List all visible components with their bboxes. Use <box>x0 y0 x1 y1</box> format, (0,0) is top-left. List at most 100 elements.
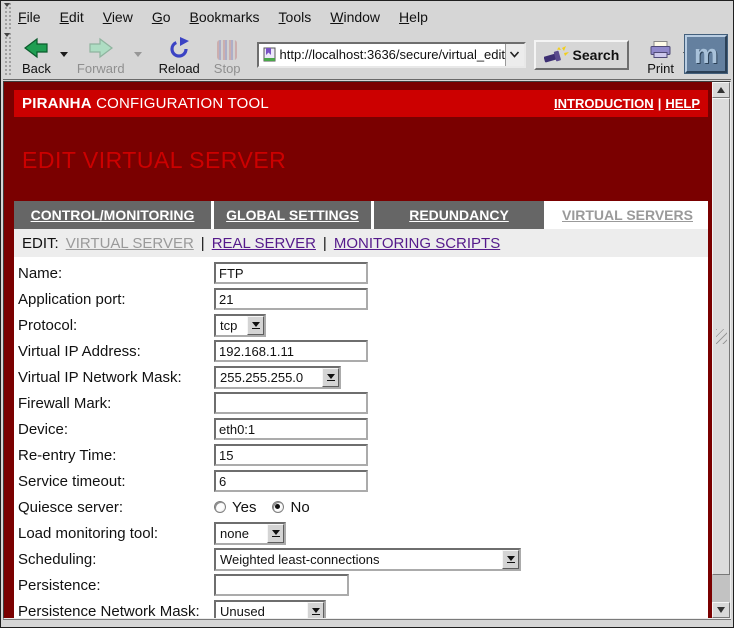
field-label: Persistence Network Mask: <box>18 603 214 620</box>
stop-icon <box>217 40 237 60</box>
url-bar <box>257 42 526 68</box>
quiesce-no-label: No <box>290 499 309 516</box>
field-label: Virtual IP Network Mask: <box>18 369 214 386</box>
reload-button[interactable]: Reload <box>155 33 204 77</box>
stop-button[interactable]: Stop <box>210 33 245 77</box>
title-area: EDIT VIRTUAL SERVER <box>14 117 708 201</box>
scheduling-select[interactable]: Weighted least-connections <box>214 548 521 571</box>
field-label: Virtual IP Address: <box>18 343 214 360</box>
tab-control-monitoring[interactable]: CONTROL/MONITORING <box>14 201 211 229</box>
print-button[interactable]: Print <box>643 33 678 77</box>
arrow-up-icon <box>717 87 725 93</box>
back-icon <box>23 37 49 60</box>
back-dropdown-arrow[interactable] <box>60 52 68 57</box>
virtual-ip-mask-select[interactable]: 255.255.255.0 <box>214 366 341 389</box>
arrow-down-icon <box>717 607 725 613</box>
scrollbar-thumb[interactable] <box>712 98 730 575</box>
form-row-name: Name: <box>18 260 708 286</box>
introduction-link[interactable]: INTRODUCTION <box>554 96 654 111</box>
virtual-ip-field[interactable] <box>214 340 368 362</box>
form-row-firewall-mark: Firewall Mark: <box>18 390 708 416</box>
chevron-down-icon <box>509 51 520 58</box>
persistence-mask-select[interactable]: Unused <box>214 600 326 620</box>
forward-button[interactable]: Forward <box>73 33 129 77</box>
quiesce-radio-group: Yes No <box>214 499 326 516</box>
form-row-virtual-ip: Virtual IP Address: <box>18 338 708 364</box>
device-field[interactable] <box>214 418 368 440</box>
scroll-down-button[interactable] <box>712 602 730 618</box>
nav-toolbar-grippy[interactable] <box>3 33 12 77</box>
menu-bookmarks[interactable]: Bookmarks <box>190 9 260 25</box>
menu-help[interactable]: Help <box>399 9 428 25</box>
field-label: Quiesce server: <box>18 499 214 516</box>
url-input[interactable] <box>280 45 505 65</box>
load-monitoring-select[interactable]: none <box>214 522 286 545</box>
menu-bar: File Edit View Go Bookmarks Tools Window… <box>3 3 731 30</box>
subnav-virtual-server[interactable]: VIRTUAL SERVER <box>66 235 194 252</box>
form-row-protocol: Protocol: tcp <box>18 312 708 338</box>
field-label: Scheduling: <box>18 551 214 568</box>
quiesce-yes-radio[interactable] <box>214 501 226 513</box>
forward-icon <box>88 37 114 60</box>
toolbar-grippy[interactable] <box>3 3 12 30</box>
subnav-monitoring-scripts[interactable]: MONITORING SCRIPTS <box>334 235 500 252</box>
page-content: PIRANHA CONFIGURATION TOOL INTRODUCTION|… <box>14 90 708 618</box>
field-label: Re-entry Time: <box>18 447 214 464</box>
field-label: Application port: <box>18 291 214 308</box>
form-row-quiesce-server: Quiesce server: Yes No <box>18 494 708 520</box>
protocol-select[interactable]: tcp <box>214 314 266 337</box>
menu-file[interactable]: File <box>18 9 41 25</box>
firewall-mark-field[interactable] <box>214 392 368 414</box>
tab-global-settings[interactable]: GLOBAL SETTINGS <box>214 201 371 229</box>
reentry-time-field[interactable] <box>214 444 368 466</box>
select-arrow-icon <box>267 524 284 543</box>
name-field[interactable] <box>214 262 368 284</box>
form-row-load-monitoring: Load monitoring tool: none <box>18 520 708 546</box>
menu-edit[interactable]: Edit <box>60 9 84 25</box>
form-row-virtual-ip-mask: Virtual IP Network Mask: 255.255.255.0 <box>18 364 708 390</box>
field-label: Device: <box>18 421 214 438</box>
forward-dropdown-arrow[interactable] <box>134 52 142 57</box>
tab-bar: CONTROL/MONITORING GLOBAL SETTINGS REDUN… <box>14 201 708 229</box>
back-button[interactable]: Back <box>18 33 55 77</box>
print-icon <box>649 41 672 60</box>
help-link[interactable]: HELP <box>665 96 700 111</box>
form-row-application-port: Application port: <box>18 286 708 312</box>
piranha-banner: PIRANHA CONFIGURATION TOOL INTRODUCTION|… <box>14 90 708 117</box>
thumb-grip-icon <box>716 329 727 344</box>
tab-redundancy[interactable]: REDUNDANCY <box>374 201 544 229</box>
banner-brand: PIRANHA CONFIGURATION TOOL <box>22 95 269 112</box>
service-timeout-field[interactable] <box>214 470 368 492</box>
field-label: Persistence: <box>18 577 214 594</box>
subnav-real-server[interactable]: REAL SERVER <box>212 235 316 252</box>
vertical-scrollbar[interactable] <box>712 82 730 618</box>
menu-view[interactable]: View <box>103 9 133 25</box>
select-arrow-icon <box>247 316 264 335</box>
field-label: Service timeout: <box>18 473 214 490</box>
subnav-prefix: EDIT: <box>22 235 59 252</box>
application-port-field[interactable] <box>214 288 368 310</box>
form-row-persistence: Persistence: <box>18 572 708 598</box>
form-row-scheduling: Scheduling: Weighted least-connections <box>18 546 708 572</box>
scroll-up-button[interactable] <box>712 82 730 98</box>
tab-virtual-servers[interactable]: VIRTUAL SERVERS <box>547 201 708 229</box>
bookmark-icon[interactable] <box>259 47 280 63</box>
mozilla-logo-button[interactable]: m <box>685 35 727 73</box>
search-flashlight-icon <box>544 46 569 64</box>
field-label: Firewall Mark: <box>18 395 214 412</box>
search-button[interactable]: Search <box>534 40 630 70</box>
mozilla-logo-icon: m <box>694 41 718 68</box>
form-row-service-timeout: Service timeout: <box>18 468 708 494</box>
form-row-persistence-mask: Persistence Network Mask: Unused <box>18 598 708 619</box>
persistence-field[interactable] <box>214 574 349 596</box>
page-title: EDIT VIRTUAL SERVER <box>14 117 708 174</box>
menu-window[interactable]: Window <box>330 9 380 25</box>
field-label: Protocol: <box>18 317 214 334</box>
select-arrow-icon <box>322 368 339 387</box>
quiesce-yes-label: Yes <box>232 499 256 516</box>
grippy-arrow-icon <box>4 33 10 37</box>
quiesce-no-radio[interactable] <box>272 501 284 513</box>
url-dropdown-button[interactable] <box>505 44 524 66</box>
menu-tools[interactable]: Tools <box>279 9 312 25</box>
menu-go[interactable]: Go <box>152 9 171 25</box>
